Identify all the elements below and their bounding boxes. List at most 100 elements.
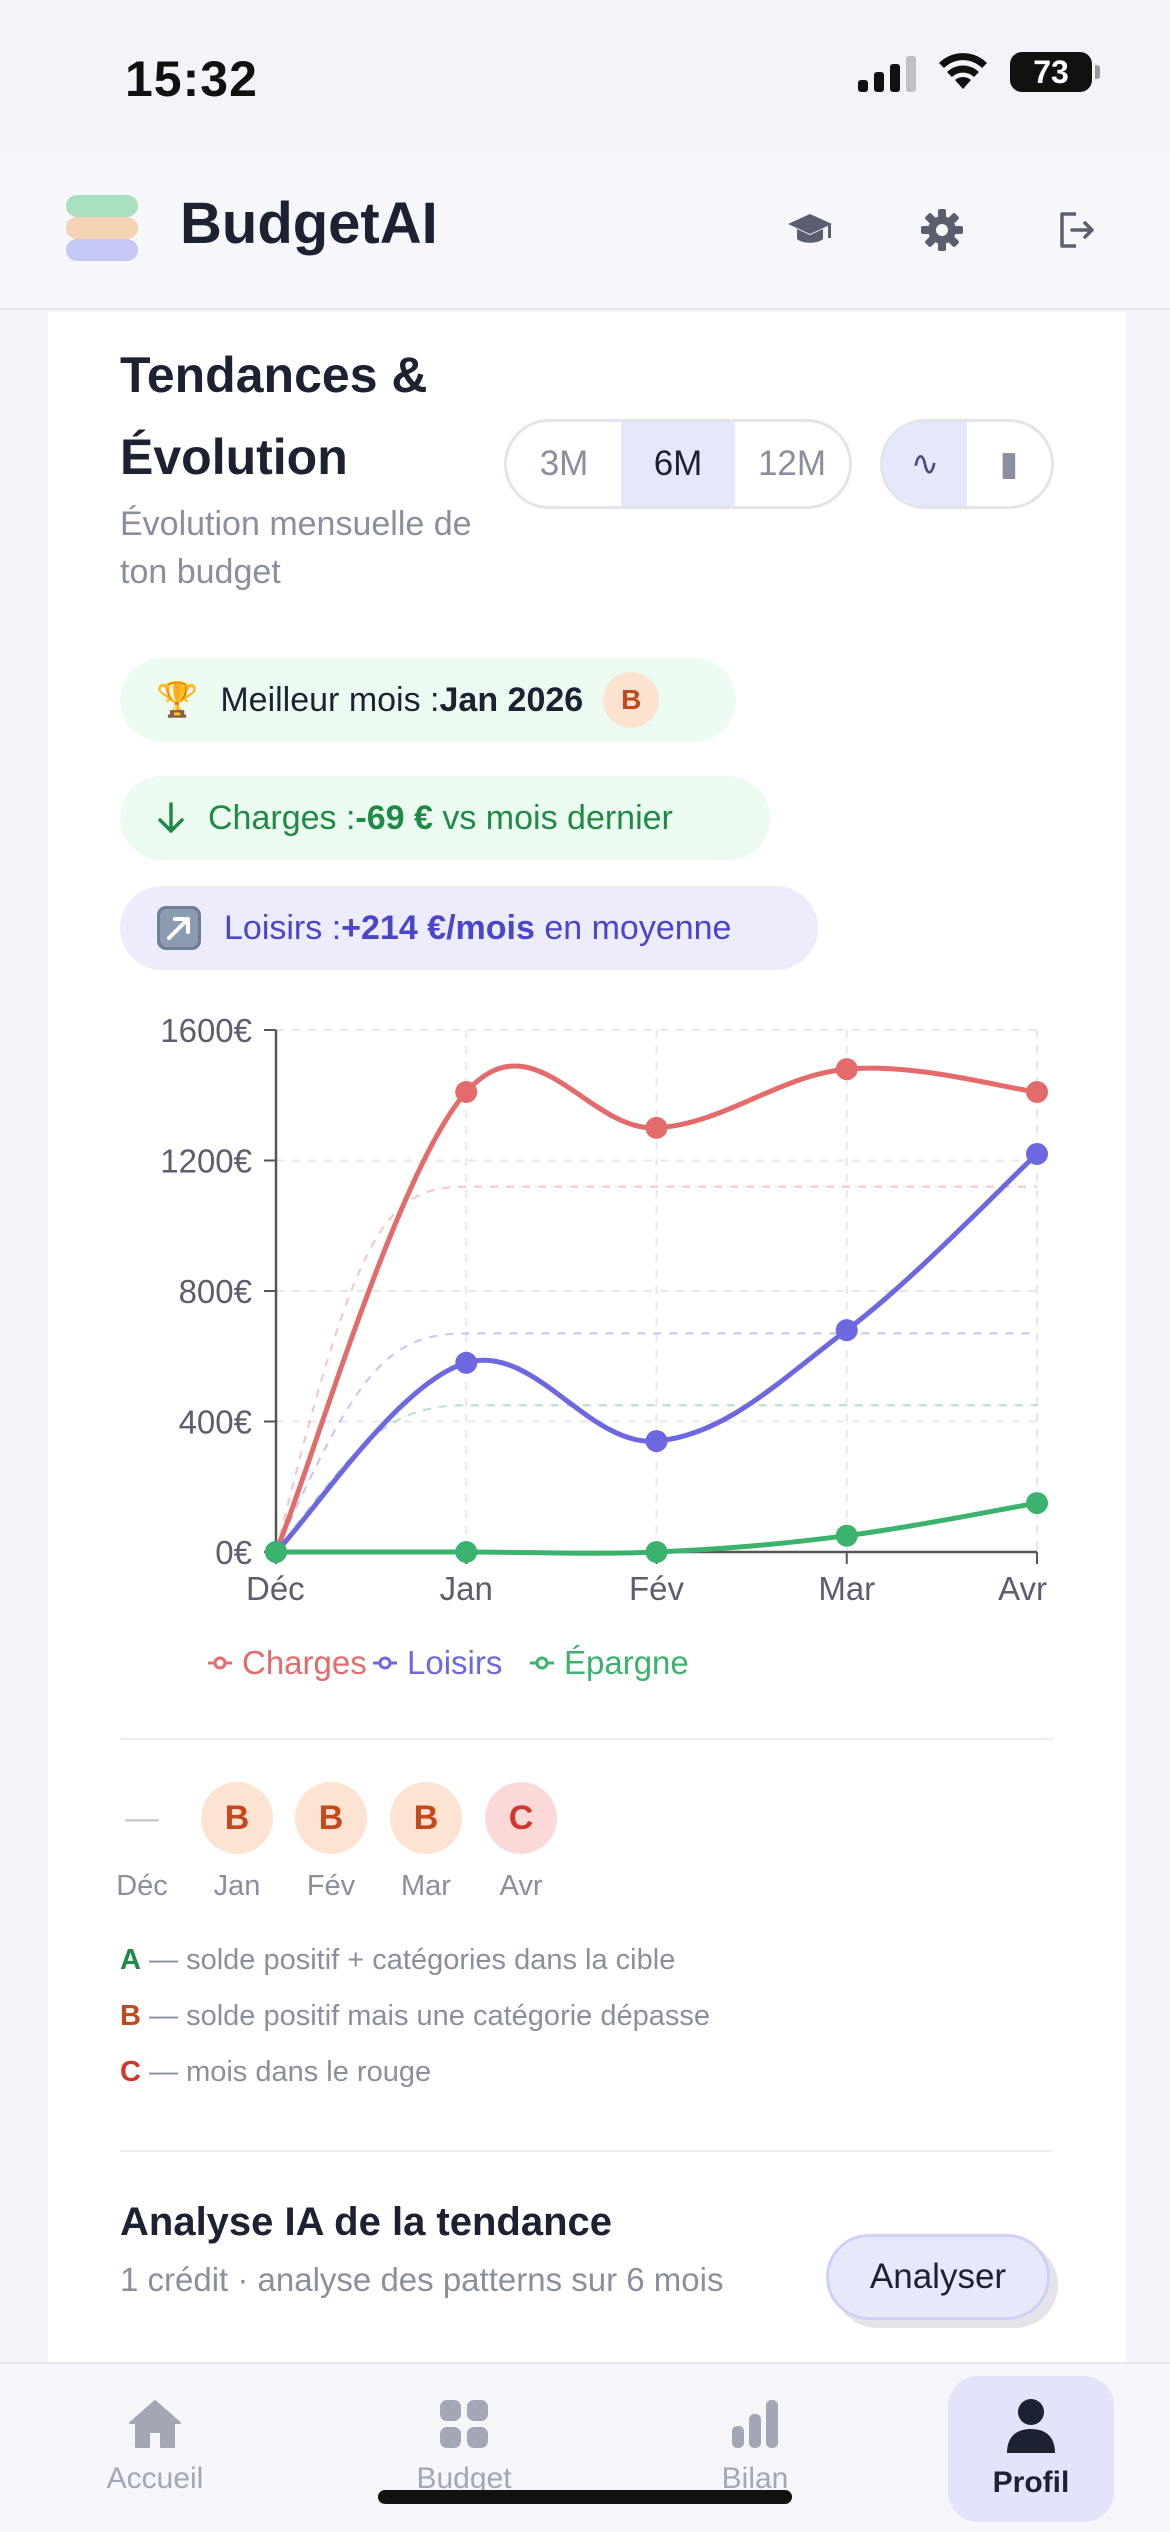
data-point <box>645 1541 668 1563</box>
logout-button[interactable] <box>1044 198 1108 262</box>
tab-profil[interactable]: Profil <box>948 2376 1114 2522</box>
legend-label: Charges <box>242 1644 367 1681</box>
ai-analysis-title: Analyse IA de la tendance <box>120 2200 613 2244</box>
grade-month: Jan <box>213 1870 261 1902</box>
app-header: BudgetAI <box>0 150 1170 310</box>
analyse-button[interactable]: Analyser <box>826 2234 1050 2320</box>
data-point <box>455 1541 478 1563</box>
x-tick-label: Fév <box>629 1570 685 1607</box>
tab-accueil[interactable]: Accueil <box>72 2376 238 2522</box>
grade-legend-text: — solde positif + catégories dans la cib… <box>140 1944 676 1976</box>
logout-icon <box>1060 212 1094 248</box>
grade-legend-text: — solde positif mais une catégorie dépas… <box>140 2000 710 2032</box>
x-tick-label: Jan <box>440 1570 493 1607</box>
legend-marker <box>535 1656 549 1670</box>
grade-legend-letter: C <box>120 2056 141 2088</box>
grid-icon <box>440 2400 488 2448</box>
data-point <box>265 1541 287 1563</box>
trends-title-line2: Évolution <box>120 429 348 485</box>
grade-month: Mar <box>401 1870 451 1902</box>
settings-button[interactable] <box>910 198 974 262</box>
charges-label: Charges : <box>208 798 356 837</box>
charges-insight: Charges : -69 € vs mois dernier <box>120 776 770 860</box>
home-indicator <box>378 2490 792 2504</box>
line-chart-toggle[interactable]: ∿ <box>883 422 967 506</box>
period-12m-button[interactable]: 12M <box>735 422 849 506</box>
arrow-down-icon <box>158 802 184 833</box>
data-point <box>835 1058 858 1081</box>
monthly-grades: — Déc B Jan B Fév B Mar C Avr <box>116 1782 620 1912</box>
loisirs-suffix: en moyenne <box>534 908 732 947</box>
data-point <box>1026 1142 1048 1165</box>
legend-label: Épargne <box>564 1644 689 1681</box>
grade-month: Déc <box>116 1870 168 1902</box>
grade-legend-text: — mois dans le rouge <box>140 2056 432 2088</box>
grade-item-mar: B Mar <box>390 1782 462 1903</box>
battery-level: 73 <box>1033 53 1069 90</box>
y-tick-label: 1600€ <box>160 1012 252 1049</box>
graduation-cap-icon <box>788 214 832 243</box>
grade-item-fev: B Fév <box>295 1782 367 1903</box>
grade-legend-letter: A <box>120 1944 141 1976</box>
grade-legend-b: B — solde positif mais une catégorie dép… <box>120 2000 710 2033</box>
home-icon <box>129 2400 181 2448</box>
grade-item-jan: B Jan <box>201 1782 273 1903</box>
grade-legend-a: A — solde positif + catégories dans la c… <box>120 1944 675 1977</box>
bottom-tab-bar: Accueil Budget Bilan Profil <box>0 2362 1170 2532</box>
status-bar: 15:32 73 <box>0 0 1170 150</box>
trophy-icon: 🏆 <box>156 681 199 719</box>
status-time: 15:32 <box>125 51 258 107</box>
y-tick-label: 400€ <box>179 1404 252 1441</box>
y-tick-label: 800€ <box>179 1273 252 1310</box>
status-icons: 73 <box>858 52 1100 92</box>
y-tick-label: 1200€ <box>160 1143 252 1180</box>
best-month-grade-badge: B <box>603 672 660 728</box>
logo-icon <box>66 195 138 261</box>
tab-label: Accueil <box>106 2462 204 2495</box>
bar-chart-icon <box>732 2400 778 2448</box>
x-tick-label: Déc <box>246 1570 305 1607</box>
grade-circle: B <box>390 1782 462 1854</box>
data-point <box>835 1319 858 1342</box>
period-6m-button[interactable]: 6M <box>621 422 735 506</box>
tutorial-button[interactable] <box>778 198 842 262</box>
data-point <box>1026 1080 1048 1103</box>
period-3m-button[interactable]: 3M <box>507 422 621 506</box>
period-selector: 3M 6M 12M <box>504 419 852 509</box>
best-month-value: Jan 2026 <box>439 680 584 719</box>
data-point <box>455 1351 478 1374</box>
data-point <box>455 1080 478 1103</box>
y-tick-label: 0€ <box>215 1534 252 1571</box>
gear-icon <box>921 209 963 251</box>
ai-analysis-subtitle: 1 crédit · analyse des patterns sur 6 mo… <box>120 2261 724 2298</box>
grade-item-dec: — Déc <box>106 1782 178 1903</box>
user-icon <box>1007 2399 1055 2453</box>
grade-legend-c: C — mois dans le rouge <box>120 2056 431 2089</box>
wifi-icon <box>939 53 987 89</box>
grade-legend-letter: B <box>120 2000 141 2032</box>
grade-circle: B <box>295 1782 367 1854</box>
best-month-label: Meilleur mois : <box>220 680 440 719</box>
loisirs-label: Loisirs : <box>224 908 342 947</box>
section-divider <box>120 2150 1054 2152</box>
chart-divider <box>120 1738 1054 1740</box>
charges-suffix: vs mois dernier <box>432 798 673 837</box>
bar-chart-toggle[interactable]: ▮ <box>967 422 1051 506</box>
legend-marker <box>213 1656 227 1670</box>
battery-icon: 73 <box>1010 52 1100 92</box>
legend-marker <box>378 1656 392 1670</box>
charges-value: -69 € <box>355 798 433 837</box>
data-point <box>835 1524 858 1547</box>
grade-month: Fév <box>306 1870 356 1902</box>
trends-title-line1: Tendances & <box>120 347 428 403</box>
legend-label: Loisirs <box>407 1644 502 1681</box>
grade-circle: C <box>485 1782 557 1854</box>
x-tick-label: Avr <box>998 1570 1047 1607</box>
data-point <box>645 1430 668 1453</box>
trends-card: Tendances & Évolution Évolution mensuell… <box>48 312 1126 2362</box>
trends-subtitle: Évolution mensuelle de ton budget <box>120 505 472 591</box>
arrow-up-right-icon <box>157 906 201 950</box>
signal-icon <box>858 52 916 92</box>
best-month-insight: 🏆 Meilleur mois : Jan 2026 B <box>120 658 736 742</box>
data-point <box>1026 1492 1048 1515</box>
